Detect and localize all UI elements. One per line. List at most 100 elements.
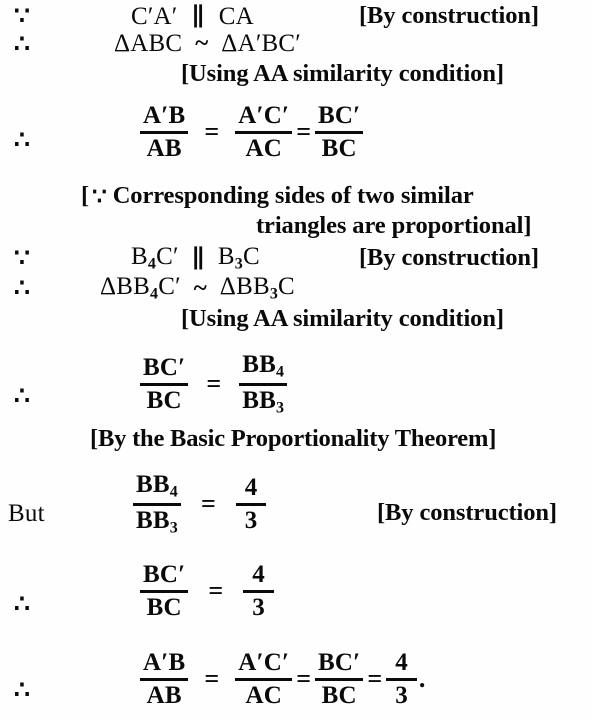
triangle-right: ΔA′BC′ [221, 29, 301, 57]
proof-line-1-statement: C′A′ ∥ CA [131, 2, 254, 32]
fraction-bar [243, 589, 274, 593]
proof-line-7-statement: B4C′ ∥ B3C [131, 244, 260, 274]
proof-line-14: ∴ [14, 678, 30, 703]
reason-text: [By the Basic Proportionality Theorem] [90, 425, 497, 452]
equals-sign: = [200, 489, 216, 519]
fraction-bar [140, 130, 189, 134]
denominator: 3 [244, 506, 258, 534]
segment-b3c: B3C [218, 244, 260, 273]
denominator-base: BB [242, 386, 276, 414]
numerator-base: BB [242, 351, 276, 378]
fraction-bc-prime-over-bc: BC′ BC [315, 650, 364, 709]
proof-line-9-reason: [Using AA similarity condition] [181, 305, 504, 333]
numerator: BB4 [133, 472, 181, 501]
fraction-bc-prime-over-bc: BC′ BC [315, 102, 364, 162]
similar-symbol: ~ [195, 30, 209, 57]
therefore-symbol: ∴ [14, 275, 30, 302]
numerator: BC′ [318, 102, 361, 129]
subscript: 4 [169, 483, 178, 501]
triangle-tail: C [278, 273, 295, 300]
subscript: 3 [169, 519, 178, 537]
reason-text: [By construction] [359, 244, 539, 271]
because-symbol: ∵ [14, 3, 30, 30]
proof-line-12-reason: [By construction] [377, 499, 557, 527]
segment-base: B [217, 243, 235, 271]
equals-sign: = [204, 117, 220, 146]
subscript: 3 [269, 285, 279, 303]
proof-line-13: ∴ [14, 592, 30, 617]
fraction-bar [315, 130, 364, 134]
fraction-bc-prime-over-bc: BC′ BC [140, 355, 189, 414]
equals-sign: = [367, 664, 383, 693]
denominator: BB3 [133, 508, 181, 537]
because-symbol: ∵ [92, 183, 107, 209]
therefore-symbol: ∴ [14, 127, 30, 154]
equals-sign: = [206, 369, 222, 399]
denominator: AC [245, 134, 282, 162]
numerator: A′C′ [238, 649, 290, 676]
numerator: 4 [395, 649, 408, 676]
proof-line-1-reason: [By construction] [359, 2, 539, 30]
fraction-bc-prime-over-bc: BC′ BC [140, 561, 189, 620]
parallel-symbol: ∥ [191, 246, 205, 273]
triangle-bb3c: ΔBB3C [220, 273, 295, 303]
similar-symbol: ~ [193, 274, 207, 302]
fraction-bar [315, 677, 364, 681]
denominator: BC [321, 681, 357, 709]
therefore-symbol: ∴ [14, 383, 30, 410]
fraction-bar [235, 130, 293, 134]
terminal-period: . [418, 664, 426, 693]
reason-text: Corresponding sides of two similar [112, 182, 474, 209]
proof-line-5-reason: [ ∵ Corresponding sides of two similar [81, 182, 474, 210]
parallel-symbol: ∥ [191, 4, 205, 31]
open-bracket: [ [81, 182, 90, 209]
reason-text: triangles are proportional] [256, 212, 532, 239]
fraction-a-prime-c-prime-over-ac: A′C′ AC [235, 649, 293, 709]
reason-text: [By construction] [377, 499, 557, 526]
proof-line-4-equation: A′B AB = A′C′ AC = BC′ BC [140, 102, 364, 162]
proof-line-6-reason: triangles are proportional] [256, 212, 532, 240]
fraction-bar [235, 502, 267, 506]
numerator: A′B [143, 649, 186, 676]
therefore-symbol: ∴ [14, 31, 30, 58]
subscript: 4 [275, 363, 285, 381]
triangle-bb4c-prime: ΔBB4C′ [100, 273, 181, 303]
numerator: 4 [252, 561, 265, 588]
subscript: 3 [275, 399, 285, 417]
numerator: BB4 [239, 352, 287, 381]
fraction-a-prime-c-prime-over-ac: A′C′ AC [235, 103, 293, 162]
fraction-four-over-three: 4 3 [243, 562, 274, 620]
subscript: 4 [150, 285, 159, 303]
proof-line-2-statement: ΔABC ~ ΔA′BC′ [114, 30, 301, 58]
triangle-tail: C′ [158, 273, 181, 300]
therefore-symbol: ∴ [14, 591, 30, 618]
equals-sign: = [208, 576, 224, 605]
equals-sign: = [296, 664, 312, 693]
proof-line-10-equation: BC′ BC = BB4 BB3 [140, 352, 288, 417]
fraction-a-prime-b-over-ab: A′B AB [140, 103, 189, 161]
proof-page: ∵ C′A′ ∥ CA [By construction] ∴ ΔABC ~ Δ… [0, 0, 591, 721]
proof-line-1: ∵ [14, 4, 30, 29]
fraction-bar [235, 677, 293, 681]
subscript: 4 [147, 255, 157, 273]
denominator: BC [321, 134, 357, 162]
denominator: AC [245, 681, 282, 709]
denominator: 3 [395, 681, 408, 709]
proof-line-13-equation: BC′ BC = 4 3 [140, 562, 274, 620]
proof-line-11-reason: [By the Basic Proportionality Theorem] [90, 425, 496, 453]
triangle-base: ΔBB [100, 273, 151, 300]
numerator-base: BB [136, 471, 170, 498]
fraction-bar [140, 382, 189, 386]
segment-base: B [131, 243, 148, 271]
fraction-bb4-over-bb3: BB4 BB3 [133, 472, 181, 537]
numerator: BC′ [143, 561, 186, 588]
fraction-bar [140, 677, 189, 681]
but-label: But [8, 500, 45, 527]
fraction-bar [140, 589, 189, 593]
fraction-four-over-three: 4 3 [386, 650, 417, 708]
denominator: AB [146, 681, 182, 709]
subscript: 3 [234, 255, 243, 273]
proof-line-7-reason: [By construction] [359, 244, 539, 272]
denominator: BC [146, 386, 182, 414]
segment-tail: C′ [156, 243, 179, 271]
